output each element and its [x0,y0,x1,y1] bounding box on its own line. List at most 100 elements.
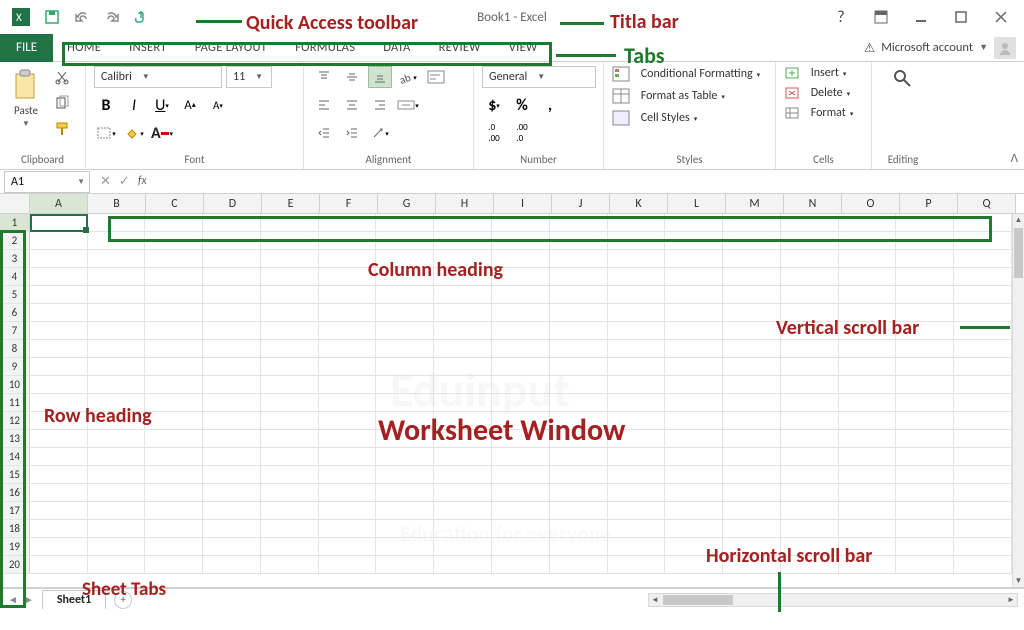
cell[interactable] [434,394,492,412]
cell[interactable] [376,520,434,538]
cell[interactable] [781,214,839,232]
cell[interactable] [376,430,434,448]
column-header[interactable]: M [726,194,784,213]
scroll-down-icon[interactable]: ▼ [1013,575,1024,587]
cell[interactable] [896,538,954,556]
cell[interactable] [954,322,1012,340]
cell[interactable] [954,430,1012,448]
cell[interactable] [376,484,434,502]
align-bottom-icon[interactable] [368,66,392,88]
cell[interactable] [839,232,897,250]
cell[interactable] [665,376,723,394]
cell[interactable] [781,520,839,538]
column-header[interactable]: K [610,194,668,213]
cell[interactable] [434,214,492,232]
cell[interactable] [608,250,666,268]
cell[interactable] [30,232,88,250]
cell[interactable] [665,520,723,538]
cell[interactable] [492,484,550,502]
cell[interactable] [30,268,88,286]
cell[interactable] [319,358,377,376]
row-header[interactable]: 13 [0,430,30,448]
cell[interactable] [839,430,897,448]
cell[interactable] [319,322,377,340]
cell[interactable] [376,412,434,430]
cell[interactable] [781,466,839,484]
cell[interactable] [30,214,88,232]
cell[interactable] [550,484,608,502]
enter-formula-icon[interactable]: ✓ [119,174,130,189]
cell[interactable] [492,286,550,304]
cell[interactable] [261,358,319,376]
cell[interactable] [30,250,88,268]
cell[interactable] [954,556,1012,574]
cell[interactable] [954,304,1012,322]
cancel-formula-icon[interactable]: ✕ [100,174,111,189]
cell[interactable] [376,502,434,520]
cell[interactable] [30,358,88,376]
cell[interactable] [608,538,666,556]
cell[interactable] [30,538,88,556]
align-top-icon[interactable] [312,66,336,88]
row-header[interactable]: 6 [0,304,30,322]
find-select-button[interactable] [888,66,918,92]
cell[interactable] [839,376,897,394]
cell[interactable] [550,520,608,538]
align-middle-icon[interactable] [340,66,364,88]
cell[interactable] [376,466,434,484]
cell[interactable] [319,430,377,448]
cell[interactable] [723,466,781,484]
cell[interactable] [30,304,88,322]
cell[interactable] [781,232,839,250]
cell[interactable] [550,304,608,322]
cell[interactable] [954,412,1012,430]
increase-indent-icon[interactable] [340,122,364,144]
cell[interactable] [492,466,550,484]
borders-icon[interactable]: ▾ [94,122,118,144]
cell[interactable] [30,430,88,448]
cell[interactable] [376,304,434,322]
cell[interactable] [839,358,897,376]
cell[interactable] [88,394,146,412]
cell[interactable] [376,286,434,304]
cell[interactable] [839,538,897,556]
column-header[interactable]: E [262,194,320,213]
increase-decimal-icon[interactable]: .0.00 [482,122,506,144]
wrap-text-icon[interactable] [424,66,448,88]
column-header[interactable]: O [842,194,900,213]
cell[interactable] [145,232,203,250]
cell[interactable] [896,556,954,574]
cell[interactable] [723,376,781,394]
cell[interactable] [203,322,261,340]
cell[interactable] [781,502,839,520]
cell[interactable] [376,250,434,268]
cell[interactable] [954,502,1012,520]
cell[interactable] [492,376,550,394]
cell[interactable] [896,358,954,376]
cell[interactable] [839,556,897,574]
cell[interactable] [434,448,492,466]
cell[interactable] [665,322,723,340]
cell[interactable] [434,286,492,304]
cell[interactable] [839,502,897,520]
cell[interactable] [492,214,550,232]
touch-mode-icon[interactable] [134,9,148,25]
cell[interactable] [665,466,723,484]
cell[interactable] [954,520,1012,538]
cell[interactable] [319,466,377,484]
cell[interactable] [723,502,781,520]
cell[interactable] [88,556,146,574]
cell[interactable] [319,556,377,574]
cell[interactable] [723,214,781,232]
column-header[interactable]: C [146,194,204,213]
cell[interactable] [203,502,261,520]
cell[interactable] [954,214,1012,232]
cell[interactable] [203,538,261,556]
cell[interactable] [954,376,1012,394]
cell[interactable] [203,448,261,466]
cell[interactable] [665,340,723,358]
merge-center-icon[interactable]: ▾ [396,94,420,116]
insert-cells-button[interactable]: Insert▾ [784,66,846,80]
cell[interactable] [30,394,88,412]
cell[interactable] [145,448,203,466]
